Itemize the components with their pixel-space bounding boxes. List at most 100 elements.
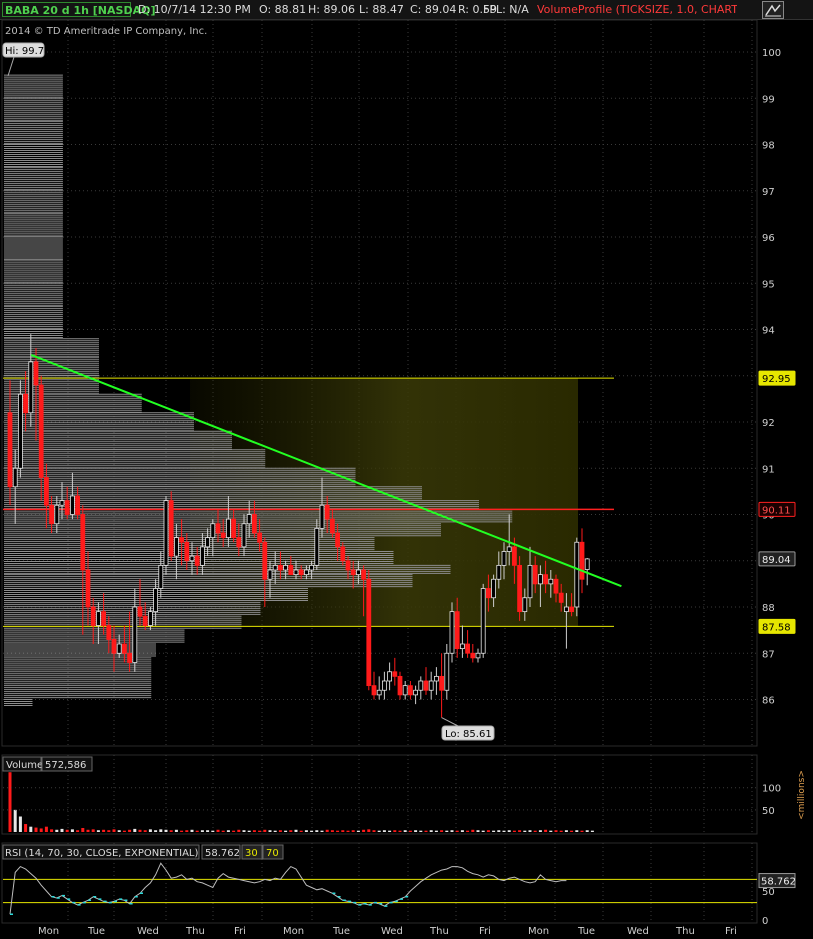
time-tick-label: Wed: [627, 926, 649, 937]
volume-bar: [96, 830, 100, 832]
candle-body: [215, 523, 221, 534]
volume-bar: [590, 830, 594, 832]
price-tick-label: 91: [762, 464, 775, 475]
candle-body: [522, 597, 528, 613]
volume-bar: [575, 830, 579, 832]
candle-body: [189, 555, 195, 562]
time-tick-label: Wed: [137, 926, 159, 937]
candle-body: [340, 546, 346, 562]
candle-body: [12, 467, 18, 488]
candle-body: [70, 495, 75, 515]
candle-body: [116, 643, 122, 654]
candle-body: [205, 537, 211, 548]
chart-canvas[interactable]: 1009998979695949392919089888786 92.9590.…: [0, 0, 813, 939]
volume-bar: [507, 830, 511, 832]
candle-body: [33, 361, 39, 386]
candle-body: [225, 518, 231, 539]
candle-body: [241, 523, 247, 548]
candle-body: [361, 569, 367, 580]
volume-bar: [471, 829, 475, 832]
volume-bar: [60, 828, 64, 832]
volume-tick-label: 50: [762, 806, 775, 817]
candle-body: [371, 685, 377, 696]
volume-bar: [382, 830, 386, 832]
candle-body: [17, 393, 23, 469]
candle-body: [251, 514, 257, 534]
volume-bar: [195, 830, 199, 832]
price-tag-87.58: 87.58: [762, 622, 791, 633]
candle-body: [329, 518, 335, 534]
volume-bar: [39, 828, 43, 832]
candle-body: [288, 564, 294, 576]
candle-body: [512, 546, 517, 566]
candle-body: [454, 611, 460, 650]
candle-body: [532, 564, 538, 585]
volume-bar: [336, 830, 340, 832]
candle-body: [28, 361, 34, 414]
volume-bar: [221, 830, 225, 832]
candle-body: [277, 564, 283, 571]
candle-body: [350, 569, 356, 576]
volume-bar: [81, 828, 85, 832]
volume-bar: [24, 824, 28, 832]
candle-body: [23, 393, 29, 414]
volume-bar: [585, 830, 589, 832]
candle-body: [335, 532, 341, 548]
candle-body: [584, 558, 590, 570]
candle: [163, 496, 169, 575]
copyright-notice: 2014 © TD Ameritrade IP Company, Inc.: [5, 26, 207, 37]
candle-body: [122, 643, 127, 654]
candle-body: [231, 518, 237, 539]
volume-bar: [226, 830, 230, 832]
volume-bar: [70, 829, 74, 832]
volume-bar: [159, 829, 163, 832]
profile-row: [4, 574, 413, 588]
rsi-title[interactable]: RSI (14, 70, 30, CLOSE, EXPONENTIAL): [5, 848, 198, 859]
volume-bar: [559, 830, 563, 832]
volume-panel[interactable]: [1, 754, 758, 835]
volume-bar: [450, 830, 454, 832]
volume-bar: [523, 830, 527, 832]
volume-bar: [211, 830, 215, 832]
time-axis[interactable]: Mon Tue Wed Thu Fri Mon Tue Wed Thu Fri Mon Tue Wed T…: [38, 926, 737, 937]
volume-bar: [86, 829, 90, 832]
candle-body: [7, 412, 13, 488]
volume-title[interactable]: Volume: [6, 760, 43, 771]
candle-body: [75, 495, 80, 515]
candle-body: [137, 606, 143, 617]
candle-body: [574, 541, 580, 608]
volume-bar: [190, 829, 194, 832]
time-tick-label: Fri: [479, 926, 491, 937]
rsi-tick-label: 0: [762, 916, 768, 927]
volume-bar: [356, 830, 360, 832]
candle-body: [475, 652, 481, 659]
candle-body: [64, 500, 70, 515]
price-tags: 92.95 90.11 89.04 87.58: [758, 370, 796, 634]
volume-bar: [414, 830, 418, 832]
candle-body: [158, 564, 164, 589]
volume-bar: [34, 827, 38, 832]
volume-bar: [408, 830, 412, 832]
candle-body: [163, 500, 169, 566]
rsi-level-30: 30: [245, 848, 258, 859]
volume-bar: [419, 830, 423, 832]
volume-bar: [29, 826, 33, 832]
volume-bar: [247, 830, 251, 832]
price-tick-label: 98: [762, 141, 775, 152]
candle-body: [407, 685, 413, 696]
time-tick-label: Thu: [675, 926, 695, 937]
volume-bar: [325, 829, 329, 832]
candle-body: [309, 564, 315, 571]
candle-body: [376, 689, 382, 696]
candle-body: [413, 689, 419, 696]
candle-body: [59, 500, 65, 506]
volume-bar: [497, 830, 501, 832]
candle-body: [262, 541, 268, 580]
profile-row: [4, 685, 152, 699]
candle-body: [101, 611, 106, 626]
volume-bar: [351, 830, 355, 832]
volume-bar: [486, 830, 490, 832]
candle-body: [418, 680, 424, 691]
candle-body: [324, 504, 330, 520]
volume-bar: [102, 829, 106, 832]
